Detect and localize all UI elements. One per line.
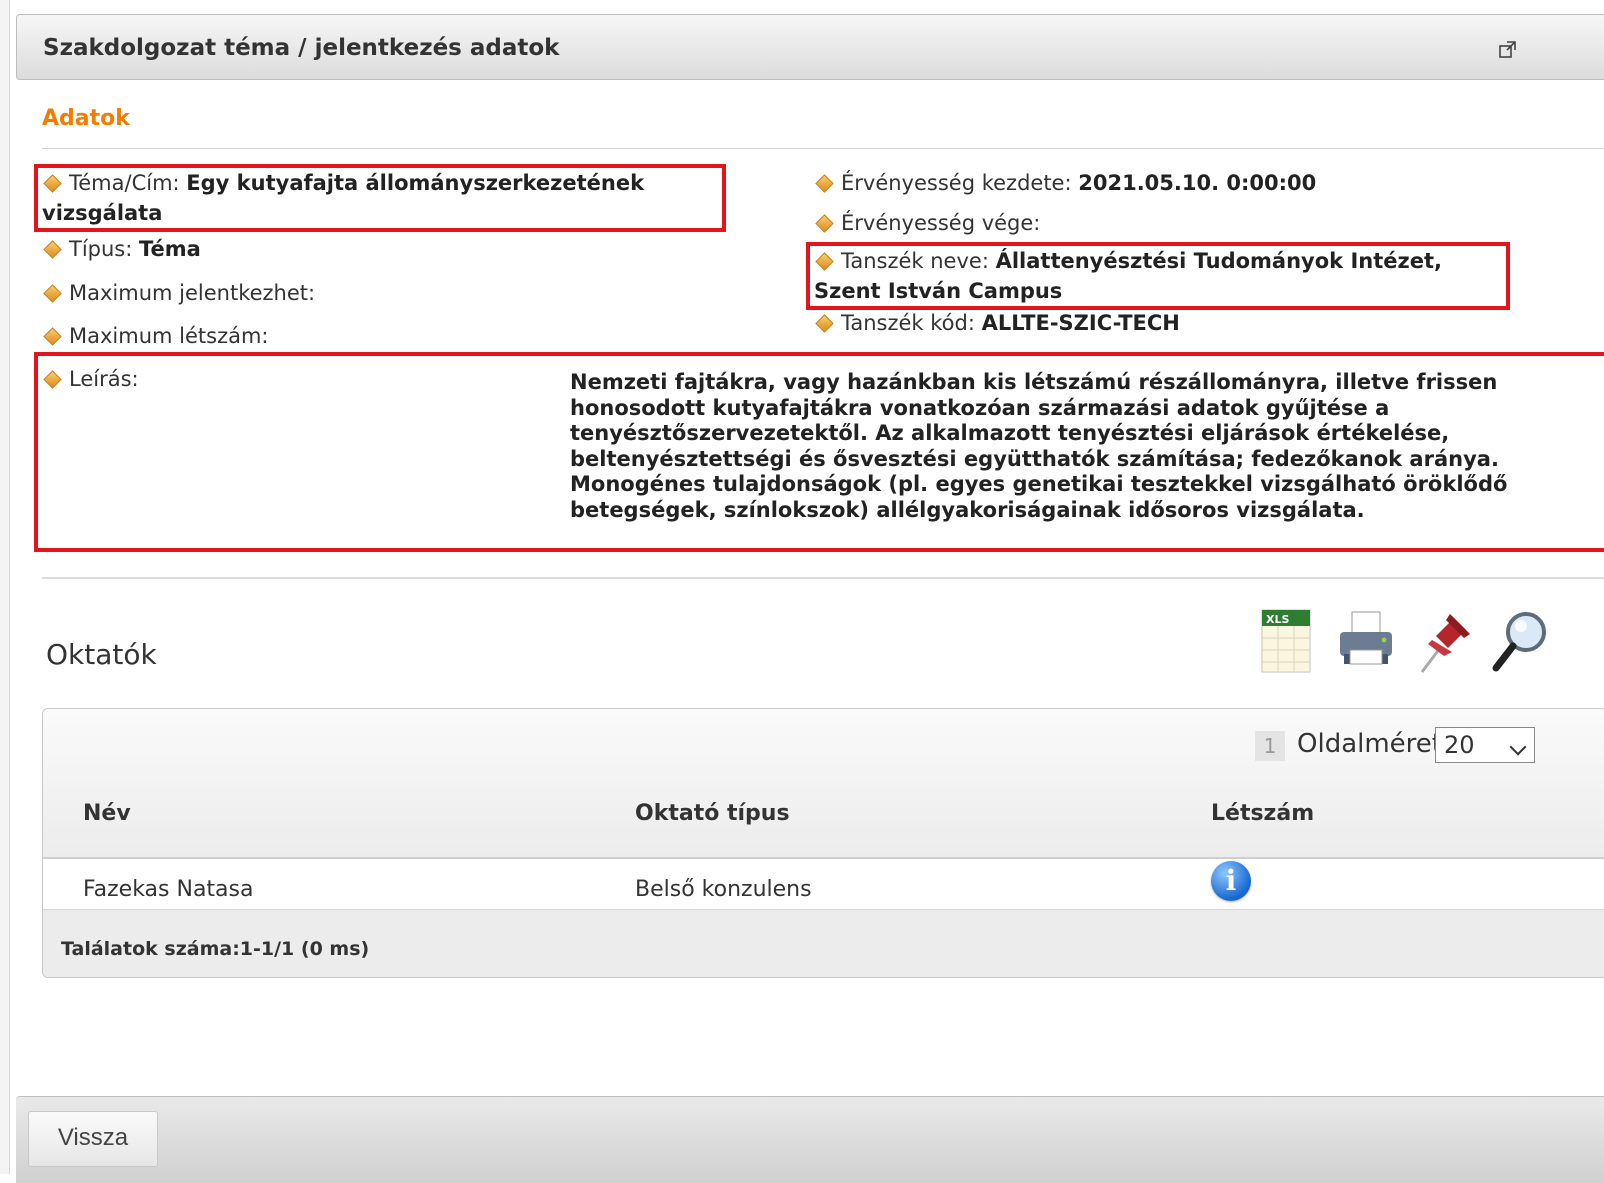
page-size-select[interactable]: 20 [1435, 727, 1535, 763]
page-size-value: 20 [1444, 731, 1475, 759]
bullet-icon [815, 213, 834, 233]
cell-nev: Fazekas Natasa [83, 877, 254, 902]
dialog: Szakdolgozat téma / jelentkezés adatok A… [16, 8, 1604, 1183]
back-button[interactable]: Vissza [28, 1111, 158, 1167]
section-title: Adatok [42, 106, 130, 131]
page-left-border [0, 0, 10, 1174]
svg-text:XLS: XLS [1266, 613, 1289, 626]
highlight-tanszek-neve [806, 242, 1510, 310]
column-header-letszam[interactable]: Létszám [1211, 801, 1314, 826]
field-ervenyesseg-kezdete: Érvényesség kezdete: 2021.05.10. 0:00:00 [814, 168, 1316, 198]
field-tanszek-kod: Tanszék kód: ALLTE-SZIC-TECH [814, 308, 1180, 338]
print-icon[interactable] [1336, 606, 1396, 678]
column-header-oktato-tipus[interactable]: Oktató típus [635, 801, 790, 826]
column-header-nev[interactable]: Név [83, 801, 131, 826]
highlight-leiras [34, 352, 1604, 552]
field-tanszek-kod-value: ALLTE-SZIC-TECH [981, 311, 1180, 335]
cell-oktato-tipus: Belső konzulens [635, 877, 812, 902]
dialog-title: Szakdolgozat téma / jelentkezés adatok [43, 35, 560, 61]
bullet-icon [43, 283, 62, 303]
field-tipus: Típus: Téma [42, 234, 201, 264]
field-max-letszam-label: Maximum létszám: [69, 324, 269, 348]
oktatok-title: Oktatók [46, 638, 157, 671]
bullet-icon [43, 239, 62, 259]
field-ervenyesseg-vege-label: Érvényesség vége: [841, 211, 1041, 235]
pager-page-number[interactable]: 1 [1255, 731, 1285, 761]
field-ervenyesseg-vege: Érvényesség vége: [814, 208, 1040, 238]
pin-icon[interactable] [1414, 606, 1476, 678]
dialog-bottombar: Vissza [16, 1096, 1604, 1183]
grid-header-separator [43, 857, 1604, 859]
section-divider [42, 148, 1604, 149]
oktatok-grid: 1 Oldalméret 20 Név Oktató típus Létszám… [42, 708, 1604, 978]
highlight-tema [34, 164, 726, 232]
grid-footer: Találatok száma:1-1/1 (0 ms) [43, 909, 1604, 977]
field-ervenyesseg-kezdete-label: Érvényesség kezdete: [841, 171, 1072, 195]
search-icon[interactable] [1488, 606, 1552, 678]
xls-export-icon[interactable]: XLS [1260, 606, 1312, 678]
bullet-icon [43, 326, 62, 346]
result-count: Találatok száma:1-1/1 (0 ms) [61, 938, 370, 960]
info-icon[interactable]: i [1211, 861, 1251, 901]
chevron-down-icon [1509, 738, 1527, 756]
dialog-titlebar: Szakdolgozat téma / jelentkezés adatok [16, 14, 1604, 80]
field-ervenyesseg-kezdete-value: 2021.05.10. 0:00:00 [1078, 171, 1317, 195]
field-max-jelentkezhet: Maximum jelentkezhet: [42, 278, 315, 308]
field-tipus-value: Téma [139, 237, 201, 261]
external-link-icon[interactable] [1497, 39, 1519, 61]
field-max-jelentkezhet-label: Maximum jelentkezhet: [69, 281, 316, 305]
bullet-icon [815, 173, 834, 193]
field-max-letszam: Maximum létszám: [42, 321, 269, 351]
pager-page-size-label: Oldalméret [1297, 729, 1442, 759]
bullet-icon [815, 313, 834, 333]
field-tanszek-kod-label: Tanszék kód: [841, 311, 975, 335]
section-divider-2 [42, 577, 1604, 579]
field-tipus-label: Típus: [69, 237, 133, 261]
